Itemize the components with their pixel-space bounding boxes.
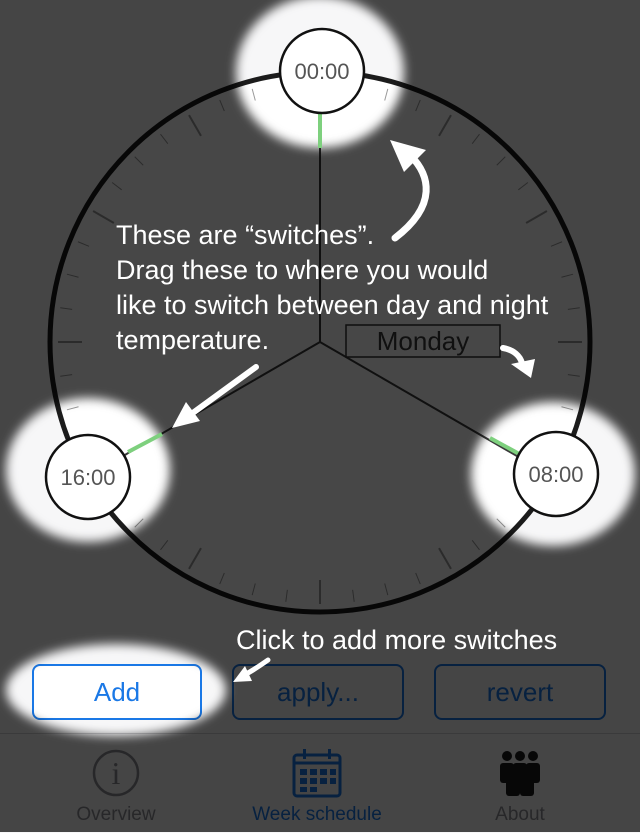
add-hint: Click to add more switches — [236, 625, 558, 655]
switch-top-time: 00:00 — [294, 59, 349, 84]
switches-hint-line-3: like to switch between day and night — [116, 290, 549, 320]
switches-hint-line-2: Drag these to where you would — [116, 255, 489, 285]
switch-line-left — [127, 432, 163, 454]
arrow-to-add-button — [233, 657, 271, 682]
switches-hint: These are “switches”. Drag these to wher… — [116, 218, 616, 358]
switch-right-time: 08:00 — [528, 462, 583, 487]
switches-hint-line-4: temperature. — [116, 325, 270, 355]
switches-hint-line-1: These are “switches”. — [116, 220, 375, 250]
arrow-to-left-switch — [172, 364, 259, 428]
switch-left-time: 16:00 — [60, 465, 115, 490]
